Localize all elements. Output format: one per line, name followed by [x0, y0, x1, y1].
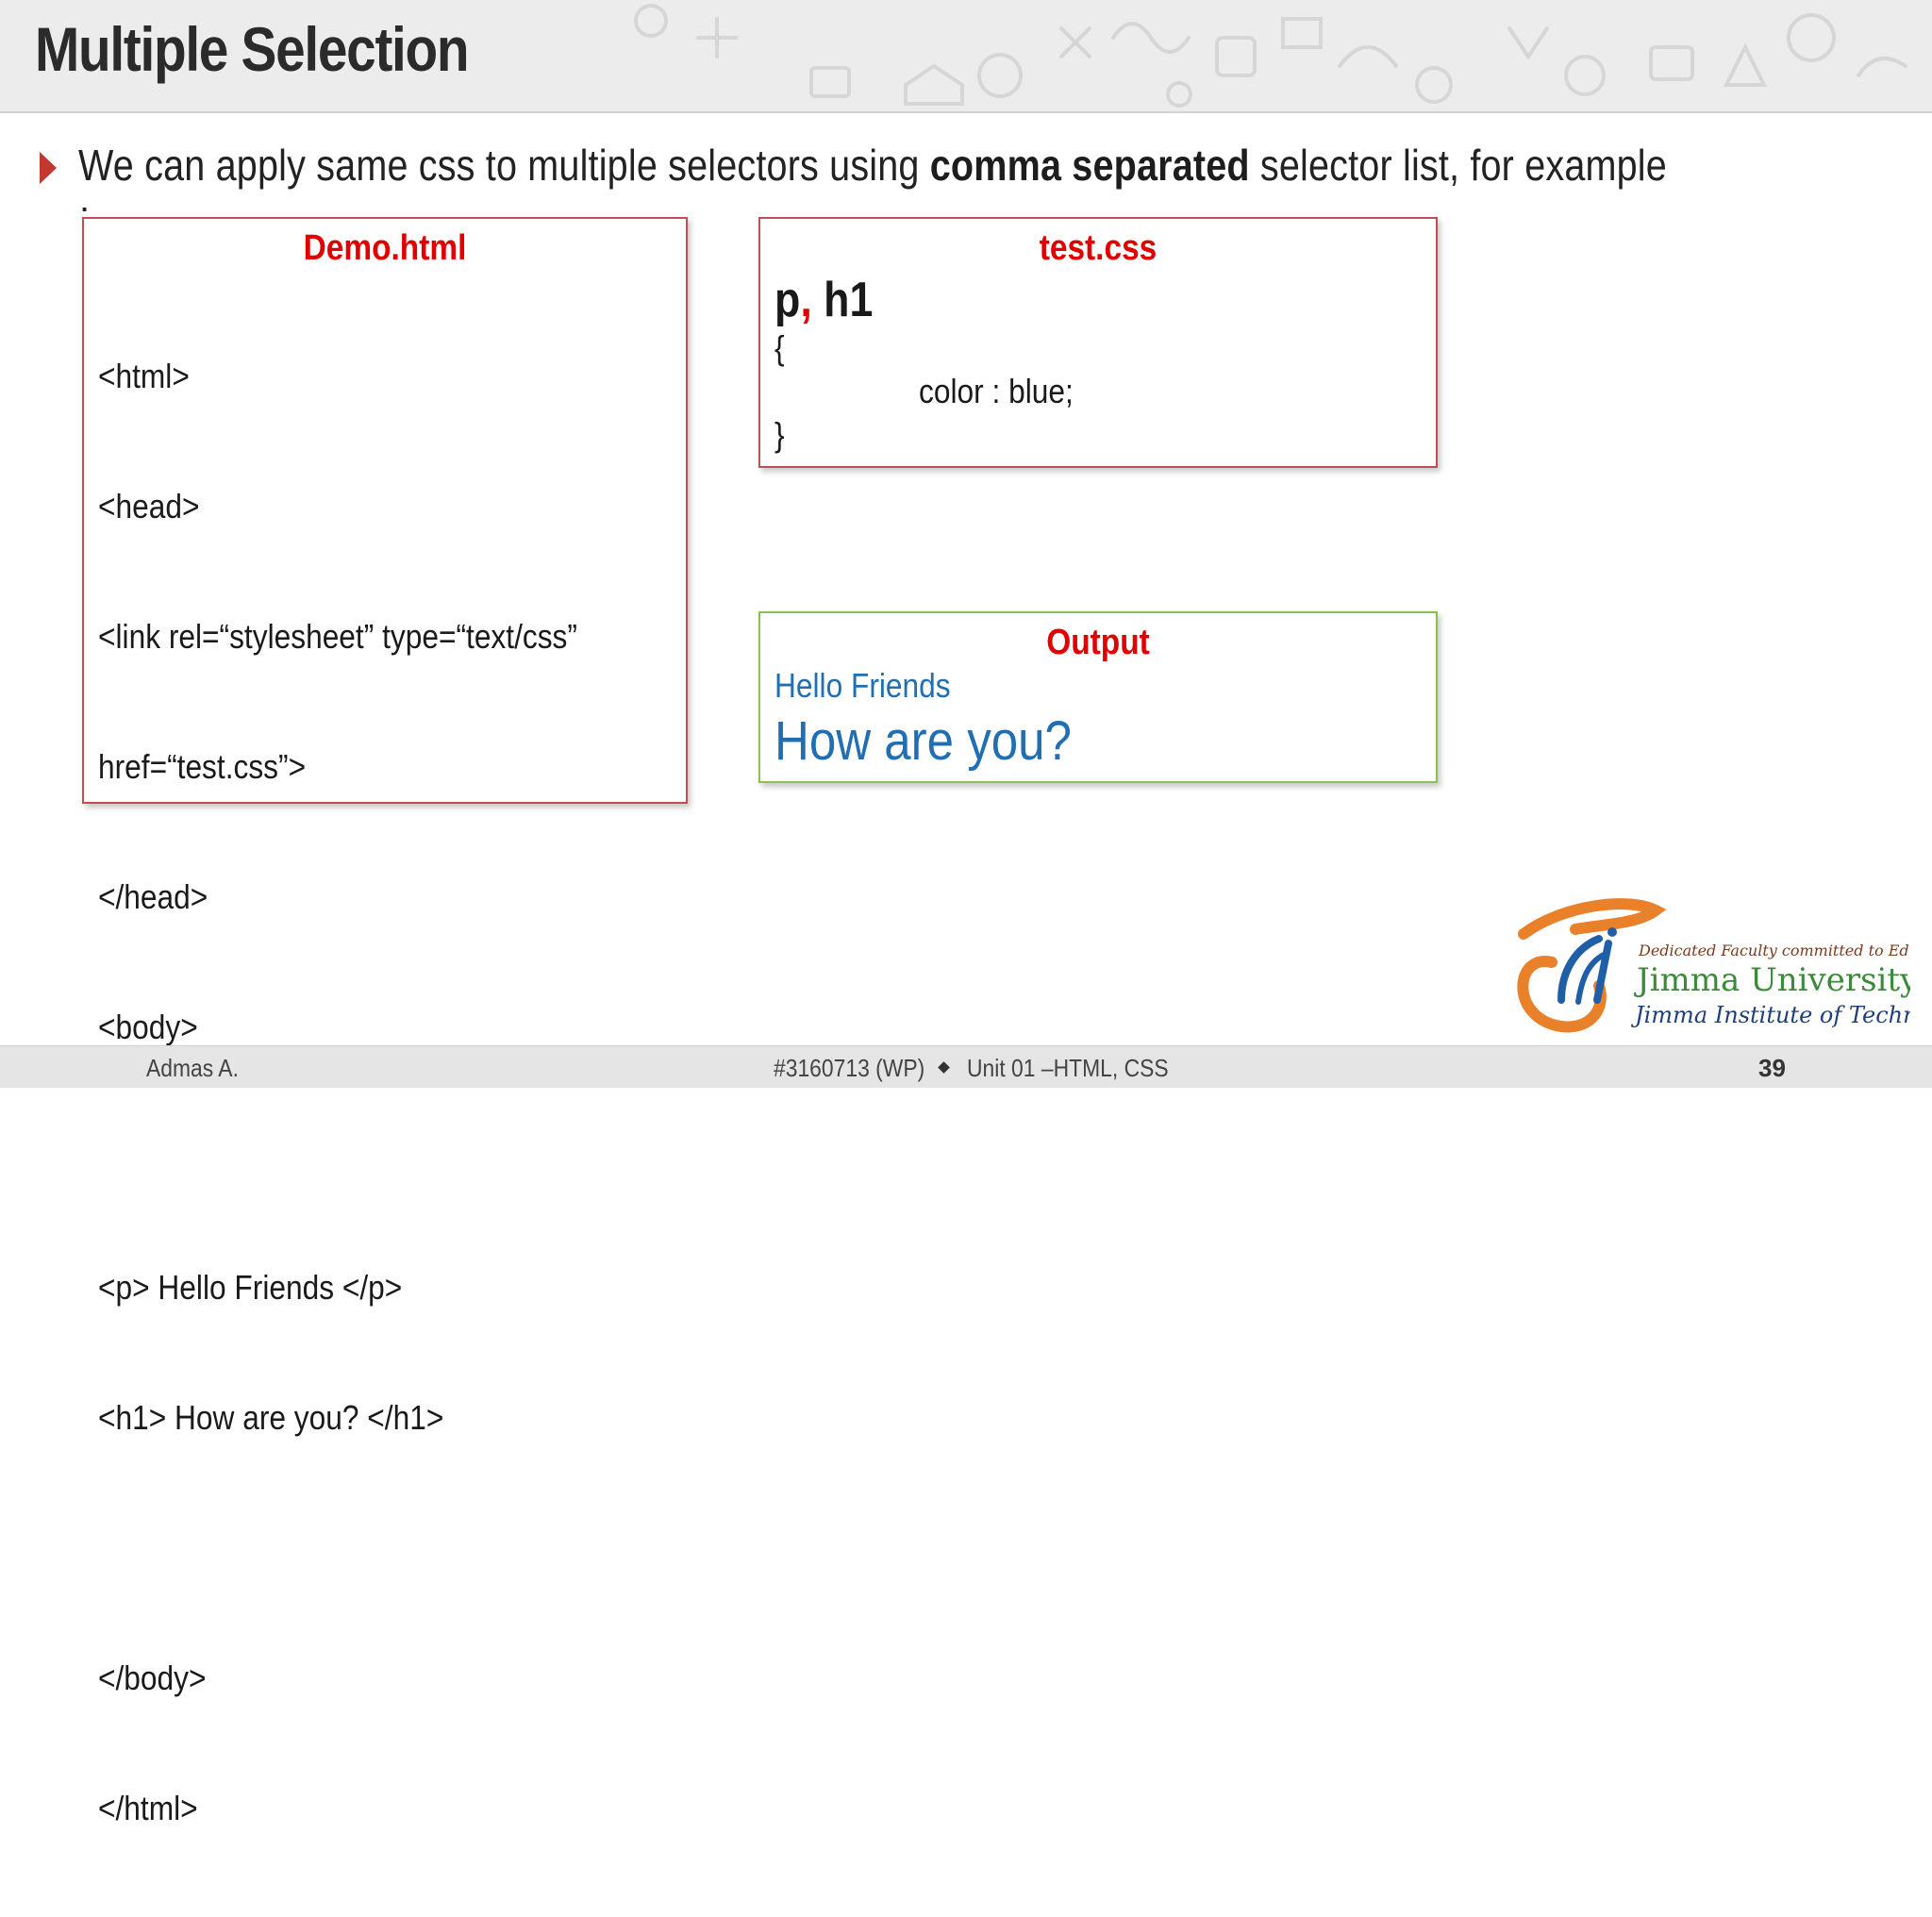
footer-author: Admas A. [146, 1054, 239, 1082]
css-box-title: test.css [1039, 228, 1158, 268]
css-declaration: color : blue; [919, 372, 1074, 410]
test-css-box: test.css p, h1 { color : blue; } [758, 217, 1438, 468]
code-line: <h1> How are you? </h1> [98, 1398, 444, 1437]
selector-comma: , [800, 273, 812, 327]
code-line: <html> [98, 357, 190, 395]
footer-unit: Unit 01 –HTML, CSS [967, 1054, 1169, 1082]
selector-h1: h1 [811, 273, 874, 327]
output-paragraph: Hello Friends [774, 666, 951, 705]
demo-box-title: Demo.html [303, 228, 467, 268]
bullet-trailing-colon: : [79, 196, 91, 217]
bullet-text-bold: comma separated [929, 141, 1250, 190]
code-line: href=“test.css”> [98, 747, 307, 786]
footer-diamond-icon [938, 1061, 950, 1074]
code-line: </head> [98, 877, 208, 916]
code-line: <p> Hello Friends </p> [98, 1268, 403, 1307]
page-number: 39 [1758, 1054, 1786, 1082]
code-line: </html> [98, 1789, 198, 1827]
output-box: Output Hello Friends How are you? [758, 611, 1438, 783]
css-close-brace: } [774, 415, 785, 454]
bullet-arrow-icon [40, 152, 57, 184]
code-line: </body> [98, 1659, 207, 1697]
code-line: <body> [98, 1008, 198, 1046]
footer-course: #3160713 (WP) [774, 1054, 925, 1082]
demo-html-box: Demo.html <html> <head> <link rel=“style… [82, 217, 688, 1827]
css-selector: p, h1 [774, 272, 873, 328]
bullet-text-before: We can apply same css to multiple select… [78, 141, 930, 190]
logo-tagline: Dedicated Faculty committed to Education [1638, 942, 1910, 959]
slide-footer: Admas A. #3160713 (WP) Unit 01 –HTML, CS… [0, 1045, 1932, 1088]
bullet-text: We can apply same css to multiple select… [78, 140, 1667, 191]
slide-title: Multiple Selection [35, 14, 470, 84]
logo-subtitle: Jimma Institute of Technology [1630, 1002, 1910, 1028]
code-line: <link rel=“stylesheet” type=“text/css” [98, 617, 577, 656]
output-box-title: Output [1046, 623, 1150, 662]
logo-name: Jimma University [1634, 961, 1910, 999]
selector-p: p [774, 273, 801, 327]
jimma-university-logo: Dedicated Faculty committed to Education… [1517, 898, 1910, 1033]
slide-header: Multiple Selection [0, 0, 1932, 113]
css-open-brace: { [774, 328, 785, 367]
bullet-text-after: selector list, for example [1249, 141, 1667, 190]
demo-code: <html> <head> <link rel=“stylesheet” typ… [98, 268, 577, 1917]
output-heading: How are you? [774, 710, 1072, 772]
code-line: <head> [98, 487, 200, 525]
